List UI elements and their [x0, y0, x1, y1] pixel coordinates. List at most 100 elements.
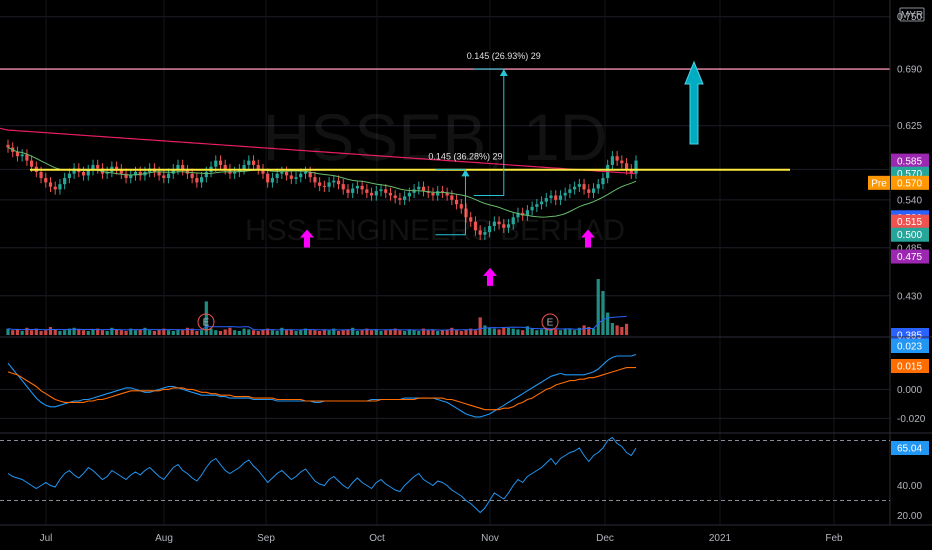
candle-body: [587, 189, 591, 193]
candle-body: [53, 186, 57, 190]
measure-label: 0.145 (26.93%) 29: [467, 51, 541, 61]
candle-body: [558, 195, 563, 200]
volume-bar: [450, 327, 454, 335]
candle-body: [417, 186, 421, 190]
candle-body: [464, 208, 468, 218]
candle-body: [610, 156, 614, 165]
volume-bar: [133, 330, 138, 335]
candle-body: [469, 217, 473, 222]
candle-body: [596, 184, 600, 189]
candle-body: [67, 173, 71, 179]
candle-body: [634, 160, 638, 174]
candle-body: [299, 173, 303, 178]
volume-bar: [558, 330, 563, 335]
candle-body: [421, 186, 426, 192]
candle-body: [30, 160, 34, 167]
candle-body: [341, 184, 345, 190]
volume-bar: [119, 330, 123, 335]
volume-bar: [440, 330, 445, 335]
candle-body: [388, 192, 393, 196]
candle-body: [478, 230, 482, 235]
candle-body: [360, 185, 364, 190]
grid-lines: [0, 0, 890, 525]
volume-bar: [436, 331, 440, 335]
volume-bar: [242, 328, 246, 335]
volume-bar: [506, 327, 511, 335]
candle-body: [398, 198, 402, 200]
candle-body: [369, 192, 374, 196]
volume-bar: [606, 312, 610, 335]
volume-bar: [327, 330, 331, 335]
candle-body: [511, 217, 515, 225]
volume-bar: [568, 329, 572, 335]
volume-bar: [58, 331, 62, 335]
pre-market-label: Pre: [871, 178, 887, 189]
volume-bar: [620, 327, 624, 335]
candle-body: [615, 156, 619, 161]
price-badge-label: 0.515: [897, 217, 922, 228]
macd-badge-label: 0.023: [897, 342, 922, 353]
candle-body: [591, 188, 596, 193]
volume-bar: [81, 330, 86, 335]
candle-body: [454, 199, 459, 205]
candle-body: [218, 160, 223, 165]
earnings-marker-label: E: [203, 318, 210, 329]
volume-bar: [77, 329, 81, 335]
candle-body: [289, 175, 293, 179]
price-badge-label: 0.475: [897, 252, 922, 263]
price-badge-label: 0.500: [897, 230, 922, 241]
measure-arrowhead: [499, 69, 508, 77]
volume-bar: [148, 330, 152, 335]
candle-body: [379, 189, 383, 192]
volume-bar: [313, 330, 317, 335]
volume-bar: [157, 329, 161, 335]
volume-bar: [554, 329, 558, 335]
volume-bar: [591, 328, 596, 335]
candle-body: [365, 189, 369, 193]
volume-bar: [218, 331, 223, 335]
volume-bar: [478, 317, 482, 335]
candle-body: [459, 204, 463, 209]
candle-body: [624, 163, 629, 170]
watermark-company: HSS ENGINEERS BERHAD: [245, 214, 625, 247]
volume-bar: [199, 330, 204, 335]
volume-bar: [596, 279, 600, 335]
price-tick-label: 0.690: [897, 65, 922, 76]
candle-body: [204, 171, 208, 178]
candle-body: [6, 144, 10, 148]
volume-bar: [516, 329, 520, 335]
rsi-tick-label: 40.00: [897, 481, 922, 492]
macd-signal-line: [7, 367, 636, 411]
bullish-arrow-icon: [483, 267, 497, 286]
volume-bar: [214, 330, 218, 335]
candle-body: [577, 184, 581, 187]
candle-body: [488, 226, 492, 233]
volume-bar: [48, 327, 53, 335]
volume-bar: [530, 328, 534, 335]
currency-label: MYR: [901, 10, 923, 21]
volume-bars: [6, 279, 629, 335]
candle-body: [355, 185, 360, 189]
volume-bar: [426, 330, 430, 335]
volume-bar: [270, 330, 275, 335]
candle-body: [247, 160, 251, 165]
candle-body: [190, 173, 194, 179]
macd-macd-line: [7, 353, 637, 418]
candle-body: [44, 178, 48, 183]
volume-bar: [573, 330, 577, 335]
candle-body: [303, 171, 308, 174]
volume-bar: [355, 331, 360, 335]
volume-bar: [166, 330, 171, 335]
candle-body: [214, 160, 218, 167]
volume-bar: [15, 329, 20, 335]
candle-body: [223, 164, 227, 170]
volume-bar: [412, 330, 416, 335]
measure-label: 0.145 (36.28%) 29: [428, 151, 502, 161]
volume-bar: [91, 329, 95, 335]
volume-bar: [492, 328, 496, 335]
candle-body: [530, 206, 534, 211]
candle-body: [483, 232, 487, 235]
volume-bar: [284, 330, 289, 335]
volume-bar: [601, 291, 605, 335]
candle-body: [63, 178, 67, 185]
